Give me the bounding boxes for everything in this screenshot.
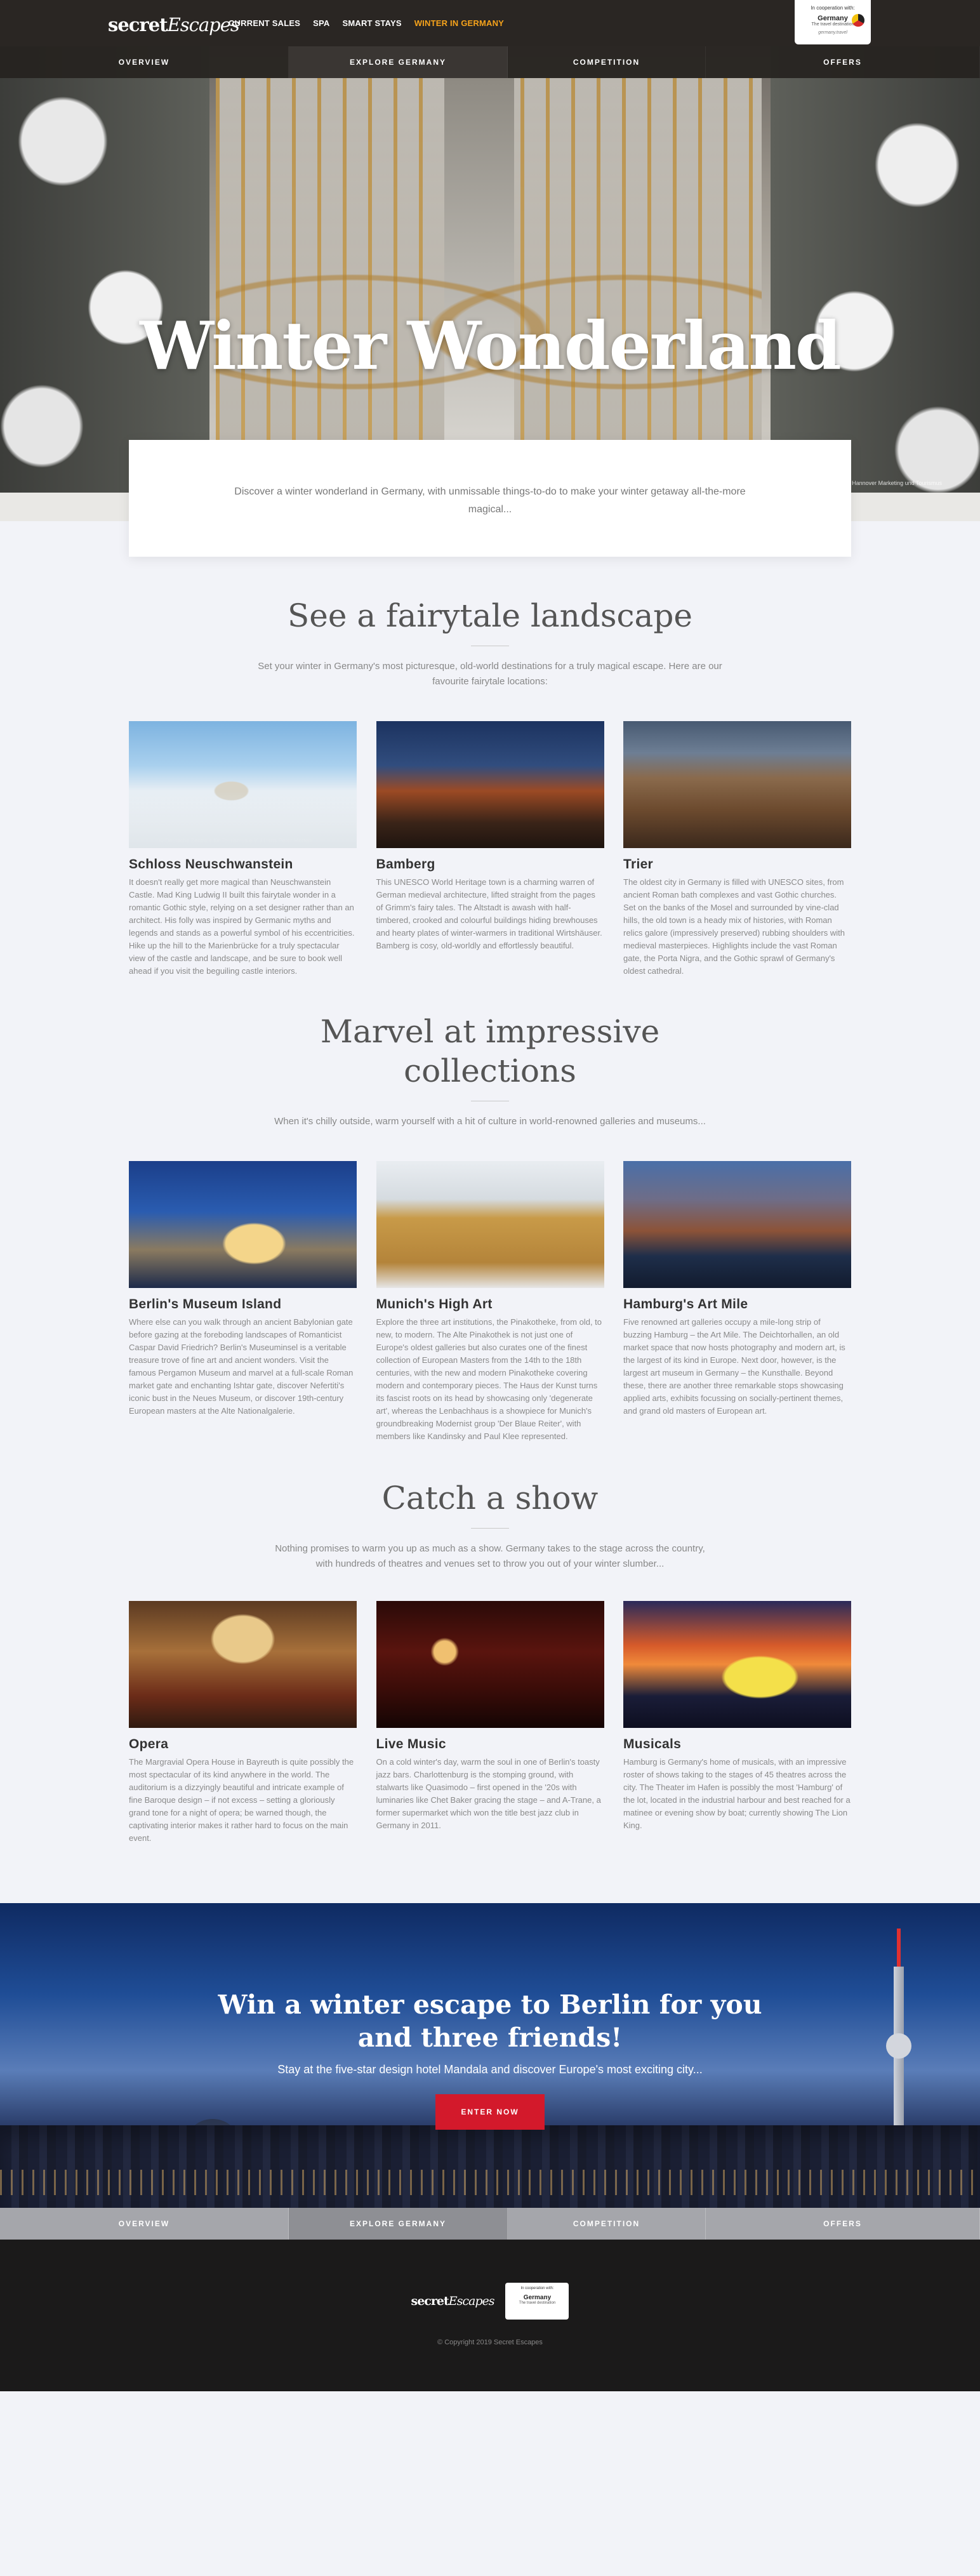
competition-banner: Win a winter escape to Berlin for you an…: [0, 1903, 980, 2208]
card-opera[interactable]: Opera The Margravial Opera House in Bayr…: [129, 1601, 357, 1845]
footer: secretEscapes In cooperation with: Germa…: [0, 2240, 980, 2391]
footer-germany-partner-badge[interactable]: In cooperation with: Germany The travel …: [505, 2283, 569, 2320]
copyright-text: © Copyright 2019 Secret Escapes: [437, 2339, 543, 2346]
tab-overview[interactable]: OVERVIEW: [0, 2208, 289, 2240]
musicals-image: [623, 1601, 851, 1728]
section-lead: When it's chilly outside, warm yourself …: [274, 1116, 706, 1127]
neuschwanstein-image: © Deutsche Zentrale für Tourismus e.V. /…: [129, 721, 357, 848]
section-collections: Marvel at impressive collections When it…: [129, 1012, 851, 1443]
card-title: Bamberg: [376, 857, 435, 872]
card-title: Schloss Neuschwanstein: [129, 857, 293, 872]
card-title: Berlin's Museum Island: [129, 1297, 282, 1311]
card-title: Munich's High Art: [376, 1297, 493, 1311]
card-bamberg[interactable]: Bamberg This UNESCO World Heritage town …: [376, 721, 604, 978]
partner-tagline: The travel destination: [519, 2301, 556, 2305]
logo-text: secret: [411, 2294, 449, 2308]
card-text: Five renowned art galleries occupy a mil…: [623, 1317, 845, 1416]
card-text: The Margravial Opera House in Bayreuth i…: [129, 1757, 354, 1843]
card-title: Live Music: [376, 1737, 446, 1751]
section-show: Catch a show Nothing promises to warm yo…: [129, 1478, 851, 1845]
opera-image: [129, 1601, 357, 1728]
section-lead: Nothing promises to warm you up as much …: [275, 1543, 705, 1569]
card-row: © Deutsche Zentrale für Tourismus e.V. /…: [129, 721, 851, 978]
section-tabs: OVERVIEW EXPLORE GERMANY COMPETITION OFF…: [0, 46, 980, 78]
section-tabs-bottom: OVERVIEW EXPLORE GERMANY COMPETITION OFF…: [0, 2208, 980, 2240]
trier-image: [623, 721, 851, 848]
tab-competition[interactable]: COMPETITION: [508, 2208, 706, 2240]
banner-subtitle: Stay at the five-star design hotel Manda…: [277, 2063, 703, 2076]
section-title: Catch a show: [381, 1480, 599, 1517]
partner-url: germany.travel: [818, 30, 847, 35]
section-title: Marvel at impressive collections: [320, 1013, 660, 1089]
nav-spa[interactable]: SPA: [313, 18, 329, 28]
secret-escapes-logo[interactable]: secretEscapes: [108, 14, 240, 36]
partner-cooperation-label: In cooperation with:: [811, 5, 855, 11]
card-title: Hamburg's Art Mile: [623, 1297, 748, 1311]
card-text: It doesn't really get more magical than …: [129, 877, 355, 976]
image-caption: © Deutsche Zentrale für Tourismus e.V. /…: [159, 837, 312, 844]
card-title: Trier: [623, 857, 654, 872]
section-lead: Set your winter in Germany's most pictur…: [258, 661, 722, 687]
nav-current-sales[interactable]: CURRENT SALES: [228, 18, 300, 28]
card-title: Musicals: [623, 1737, 682, 1751]
hero-title: Winter Wonderland: [140, 307, 842, 385]
berlin-skyline-image: [0, 2125, 980, 2208]
germany-flag-icon: [852, 14, 864, 27]
museum-island-image: [129, 1161, 357, 1288]
logo-text: secret: [108, 14, 168, 36]
card-trier[interactable]: Trier The oldest city in Germany is fill…: [623, 721, 851, 978]
top-bar: secretEscapes CURRENT SALES SPA SMART ST…: [0, 0, 980, 46]
tab-overview[interactable]: OVERVIEW: [0, 46, 289, 78]
card-text: The oldest city in Germany is filled wit…: [623, 877, 845, 976]
partner-cooperation-label: In cooperation with:: [520, 2287, 554, 2290]
footer-logos: secretEscapes In cooperation with: Germa…: [0, 2283, 980, 2320]
card-text: Hamburg is Germany's home of musicals, w…: [623, 1757, 851, 1830]
bamberg-image: [376, 721, 604, 848]
card-munich-high-art[interactable]: Munich's High Art Explore the three art …: [376, 1161, 604, 1443]
card-hamburg-art-mile[interactable]: Hamburg's Art Mile Five renowned art gal…: [623, 1161, 851, 1443]
card-text: This UNESCO World Heritage town is a cha…: [376, 877, 602, 950]
tab-offers[interactable]: OFFERS: [706, 2208, 980, 2240]
intro-card: Discover a winter wonderland in Germany,…: [129, 440, 851, 557]
card-live-music[interactable]: Live Music On a cold winter's day, warm …: [376, 1601, 604, 1845]
nav-winter-in-germany[interactable]: WINTER IN GERMANY: [414, 18, 504, 28]
germany-partner-badge[interactable]: In cooperation with: Germany The travel …: [795, 0, 871, 44]
partner-germany-label: Germany: [523, 2294, 552, 2301]
tab-competition[interactable]: COMPETITION: [508, 46, 706, 78]
card-musicals[interactable]: Musicals Hamburg is Germany's home of mu…: [623, 1601, 851, 1845]
nav-smart-stays[interactable]: SMART STAYS: [342, 18, 401, 28]
card-berlin-museum-island[interactable]: Berlin's Museum Island Where else can yo…: [129, 1161, 357, 1443]
banner-content: Win a winter escape to Berlin for you an…: [0, 1988, 980, 2130]
logo-script-text: Escapes: [448, 2294, 495, 2308]
live-music-image: [376, 1601, 604, 1728]
card-title: Opera: [129, 1737, 169, 1751]
section-title: See a fairytale landscape: [288, 597, 692, 634]
card-schloss-neuschwanstein[interactable]: © Deutsche Zentrale für Tourismus e.V. /…: [129, 721, 357, 978]
intro-text: Discover a winter wonderland in Germany,…: [234, 486, 746, 515]
section-divider: [471, 1528, 509, 1529]
munich-gallery-image: [376, 1161, 604, 1288]
tab-offers[interactable]: OFFERS: [706, 46, 980, 78]
tab-explore-germany[interactable]: EXPLORE GERMANY: [289, 46, 508, 78]
card-text: Where else can you walk through an ancie…: [129, 1317, 354, 1416]
card-text: Explore the three art institutions, the …: [376, 1317, 602, 1441]
top-navigation: CURRENT SALES SPA SMART STAYS WINTER IN …: [228, 18, 504, 28]
city-lights: [0, 2170, 980, 2195]
footer-secret-escapes-logo[interactable]: secretEscapes: [411, 2294, 495, 2308]
card-text: On a cold winter's day, warm the soul in…: [376, 1757, 601, 1830]
card-row: Opera The Margravial Opera House in Bayr…: [129, 1601, 851, 1845]
enter-now-button[interactable]: ENTER NOW: [435, 2094, 545, 2130]
card-row: Berlin's Museum Island Where else can yo…: [129, 1161, 851, 1443]
tab-explore-germany[interactable]: EXPLORE GERMANY: [289, 2208, 508, 2240]
hamburg-image: [623, 1161, 851, 1288]
banner-title: Win a winter escape to Berlin for you an…: [218, 1989, 762, 2053]
section-fairytale: See a fairytale landscape Set your winte…: [129, 596, 851, 978]
